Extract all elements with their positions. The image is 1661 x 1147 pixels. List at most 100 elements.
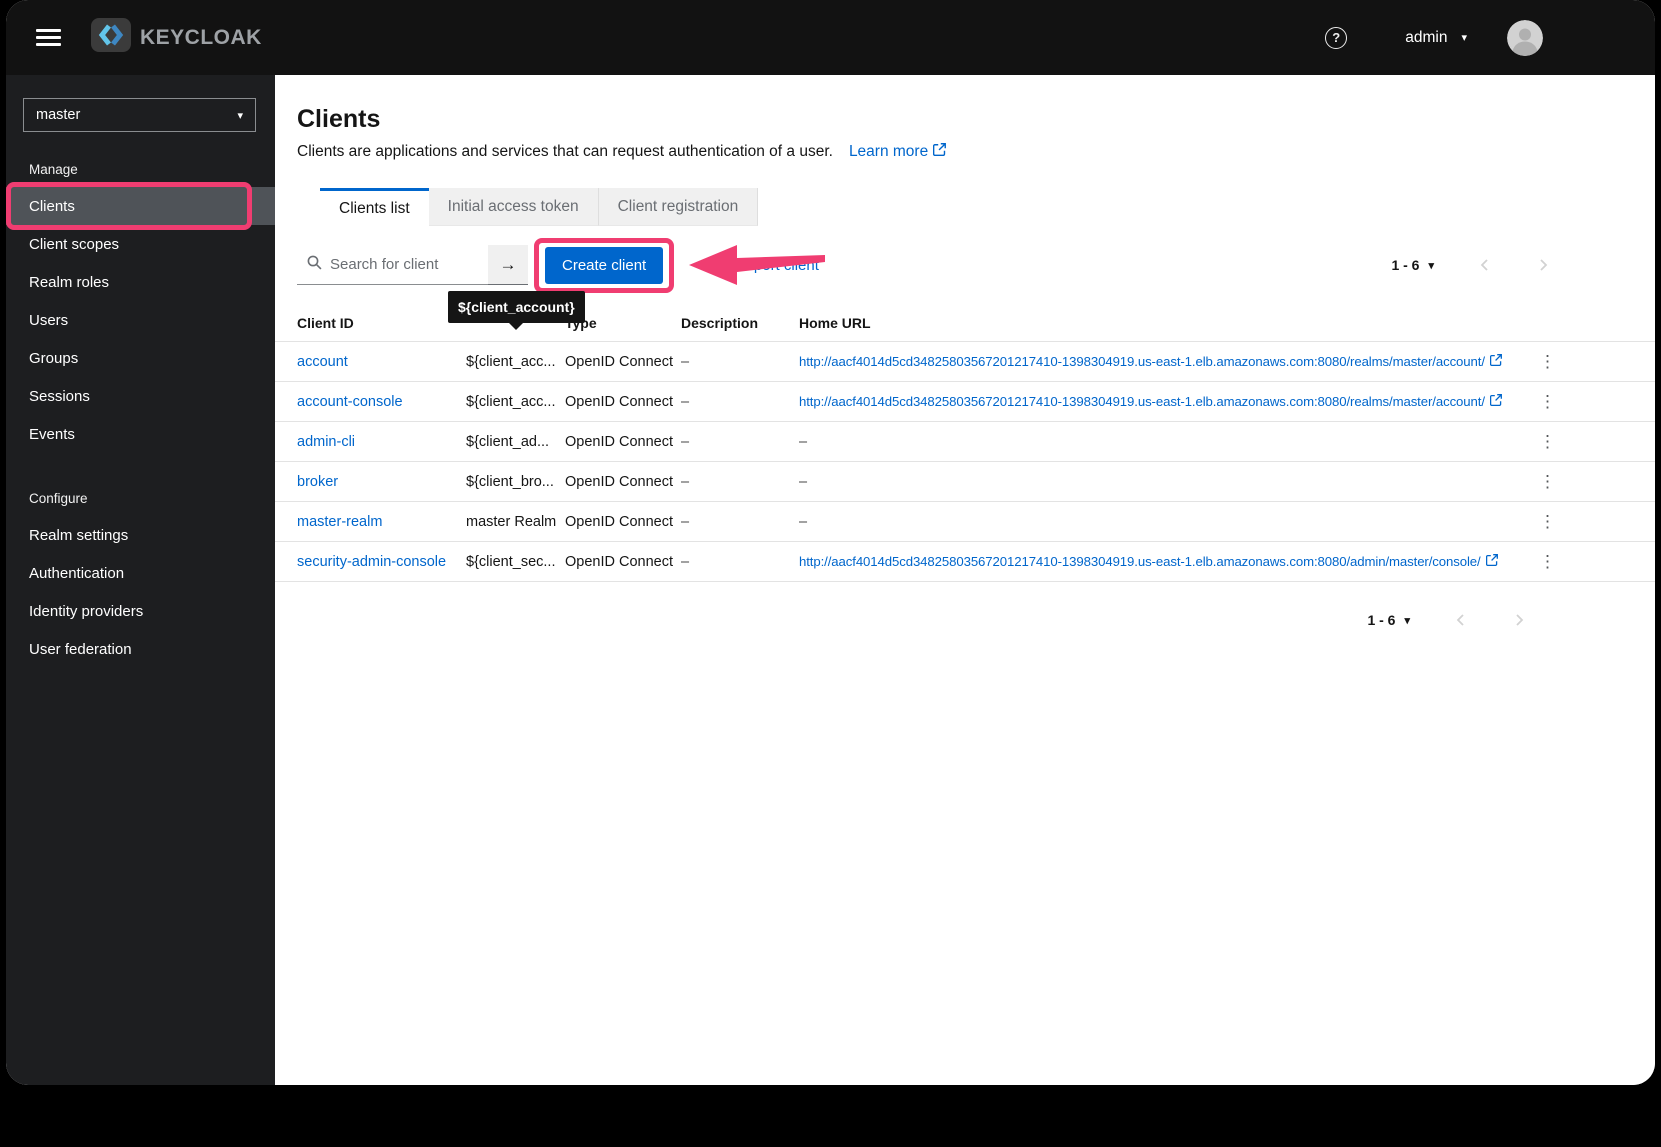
type-cell: OpenID Connect [565, 421, 681, 462]
external-link-icon [1489, 393, 1502, 409]
client-id-link[interactable]: security-admin-console [297, 554, 446, 570]
sidebar-item-authentication[interactable]: Authentication [6, 554, 275, 592]
sidebar-item-clients[interactable]: Clients [6, 182, 275, 230]
nav-section-label: Manage [29, 162, 78, 177]
sidebar-item-label: Realm settings [29, 526, 129, 544]
search-submit-button[interactable]: → [488, 245, 528, 285]
kebab-menu-button[interactable]: ⋮ [1533, 471, 1562, 492]
kebab-menu-button[interactable]: ⋮ [1533, 511, 1562, 532]
app-window: KEYCLOAK ? admin ▾ master ▾ Manage Clien… [6, 0, 1655, 1085]
home-url-cell: – [799, 421, 1505, 462]
client-id-link[interactable]: account-console [297, 394, 403, 410]
sidebar-item-realm-settings[interactable]: Realm settings [6, 516, 275, 554]
sidebar-item-sessions[interactable]: Sessions [6, 377, 275, 415]
client-id-cell: broker [275, 461, 466, 502]
actions-cell: ⋮ [1505, 461, 1655, 502]
description-value: – [681, 353, 690, 370]
tab-initial-access-token[interactable]: Initial access token [428, 188, 599, 226]
home-url-cell: http://aacf4014d5cd34825803567201217410-… [799, 341, 1505, 382]
external-link-icon [1485, 553, 1498, 569]
description-value: – [681, 553, 690, 570]
type-cell: OpenID Connect [565, 341, 681, 382]
actions-cell: ⋮ [1505, 501, 1655, 542]
help-icon[interactable]: ? [1325, 26, 1348, 49]
table-row: admin-cli ${client_ad... OpenID Connect – – ⋮ [275, 421, 1655, 462]
type-cell: OpenID Connect [565, 381, 681, 422]
sidebar-item-user-federation[interactable]: User federation [6, 630, 275, 668]
sidebar-item-label: Realm roles [29, 273, 110, 291]
user-menu[interactable]: admin ▾ [1405, 29, 1467, 47]
pagination-range[interactable]: 1 - 6 [1367, 612, 1395, 628]
pagination-prev-button[interactable] [1410, 613, 1468, 627]
name-cell: ${client_bro... [466, 461, 565, 502]
type-cell: OpenID Connect [565, 501, 681, 542]
client-id-cell: account-console [275, 381, 466, 422]
sidebar-item-groups[interactable]: Groups [6, 339, 275, 377]
learn-more-link[interactable]: Learn more [849, 143, 947, 161]
search-input[interactable] [330, 256, 480, 273]
pagination-prev-button[interactable] [1434, 258, 1492, 272]
sidebar-item-label: Events [29, 425, 75, 443]
home-url-cell: http://aacf4014d5cd34825803567201217410-… [799, 541, 1505, 582]
tooltip: ${client_account} [448, 291, 585, 323]
sidebar: master ▾ Manage Clients Client scopes Realm… [6, 75, 275, 1085]
client-id-link[interactable]: admin-cli [297, 434, 355, 450]
kebab-menu-button[interactable]: ⋮ [1533, 431, 1562, 452]
pagination-range[interactable]: 1 - 6 [1391, 257, 1419, 273]
tab-clients-list[interactable]: Clients list [320, 188, 429, 226]
pagination-next-button[interactable] [1492, 258, 1550, 272]
external-link-icon [933, 143, 947, 161]
name-cell: ${client_sec... [466, 541, 565, 582]
client-id-cell: security-admin-console [275, 541, 466, 582]
home-url-empty: – [799, 513, 808, 530]
realm-selector-value: master [36, 107, 81, 123]
topbar-right: ? admin ▾ [1325, 19, 1543, 56]
pagination-top: 1 - 6 ▾ [1391, 257, 1550, 273]
actions-cell: ⋮ [1505, 381, 1655, 422]
home-url-link[interactable]: http://aacf4014d5cd34825803567201217410-… [799, 554, 1498, 569]
client-id-link[interactable]: broker [297, 474, 338, 490]
home-url-link[interactable]: http://aacf4014d5cd34825803567201217410-… [799, 354, 1502, 369]
sidebar-item-identity-providers[interactable]: Identity providers [6, 592, 275, 630]
avatar[interactable] [1507, 19, 1543, 56]
client-id-link[interactable]: account [297, 354, 348, 370]
home-url-link[interactable]: http://aacf4014d5cd34825803567201217410-… [799, 394, 1502, 409]
table-row: master-realm master Realm OpenID Connect – –… [275, 501, 1655, 542]
hamburger-menu-button[interactable] [28, 17, 69, 58]
home-url-cell: – [799, 501, 1505, 542]
external-link-icon [1489, 353, 1502, 369]
kebab-menu-button[interactable]: ⋮ [1533, 391, 1562, 412]
sidebar-item-events[interactable]: Events [6, 415, 275, 453]
username: admin [1405, 28, 1448, 46]
actions-cell: ⋮ [1505, 421, 1655, 462]
tab-client-registration[interactable]: Client registration [598, 188, 759, 226]
kebab-menu-button[interactable]: ⋮ [1533, 351, 1562, 372]
import-client-link[interactable]: Import client [737, 257, 819, 274]
description-cell: – [681, 461, 799, 502]
client-id-cell: master-realm [275, 501, 466, 542]
home-url-cell: http://aacf4014d5cd34825803567201217410-… [799, 381, 1505, 422]
sidebar-item-client-scopes[interactable]: Client scopes [6, 225, 275, 263]
pagination-next-button[interactable] [1468, 613, 1526, 627]
client-id-cell: admin-cli [275, 421, 466, 462]
realm-selector[interactable]: master ▾ [23, 98, 256, 132]
create-client-button[interactable]: Create client [545, 246, 664, 284]
sidebar-item-realm-roles[interactable]: Realm roles [6, 263, 275, 301]
sidebar-item-users[interactable]: Users [6, 301, 275, 339]
tabs: Clients list Initial access token Client r… [320, 188, 1655, 226]
table-row: account-console ${client_acc... OpenID Con… [275, 381, 1655, 422]
clients-table: Client ID Type Description Home URL account… [275, 305, 1655, 582]
home-url-cell: – [799, 461, 1505, 502]
sidebar-item-label: Client scopes [29, 235, 120, 253]
table-row: security-admin-console ${client_sec... Ope… [275, 541, 1655, 582]
page-subtitle: Clients are applications and services th… [297, 143, 833, 160]
client-id-link[interactable]: master-realm [297, 514, 382, 530]
description-value: – [681, 473, 690, 490]
name-cell: ${client_acc... [466, 381, 565, 422]
actions-cell: ⋮ [1505, 541, 1655, 582]
name-cell: ${client_acc... [466, 341, 565, 382]
kebab-menu-button[interactable]: ⋮ [1533, 551, 1562, 572]
home-url-empty: – [799, 473, 808, 490]
column-header-home-url: Home URL [799, 305, 1505, 342]
search-icon [307, 255, 322, 275]
